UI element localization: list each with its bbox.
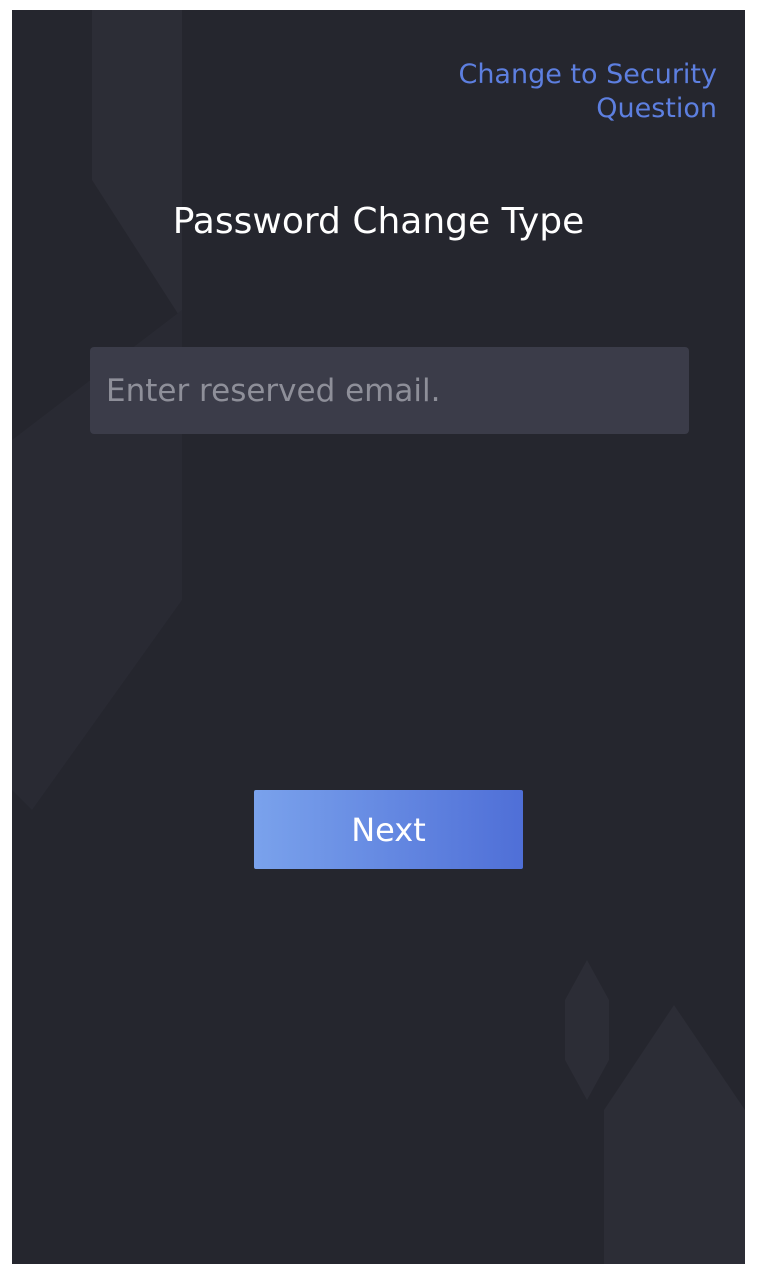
switch-link-line1: Change to Security bbox=[458, 59, 717, 90]
switch-link-line2: Question bbox=[596, 93, 717, 124]
change-to-security-question-link[interactable]: Change to Security Question bbox=[397, 58, 717, 126]
bg-shape-right-large bbox=[604, 1005, 745, 1264]
background-decoration bbox=[12, 10, 745, 1264]
bg-shape-left-upper bbox=[92, 10, 182, 320]
bg-shape-right-small bbox=[565, 960, 609, 1100]
next-button[interactable]: Next bbox=[254, 790, 523, 869]
page-title: Password Change Type bbox=[172, 201, 585, 242]
reserved-email-input[interactable] bbox=[90, 347, 689, 434]
password-change-screen: Change to Security Question Password Cha… bbox=[12, 10, 745, 1264]
